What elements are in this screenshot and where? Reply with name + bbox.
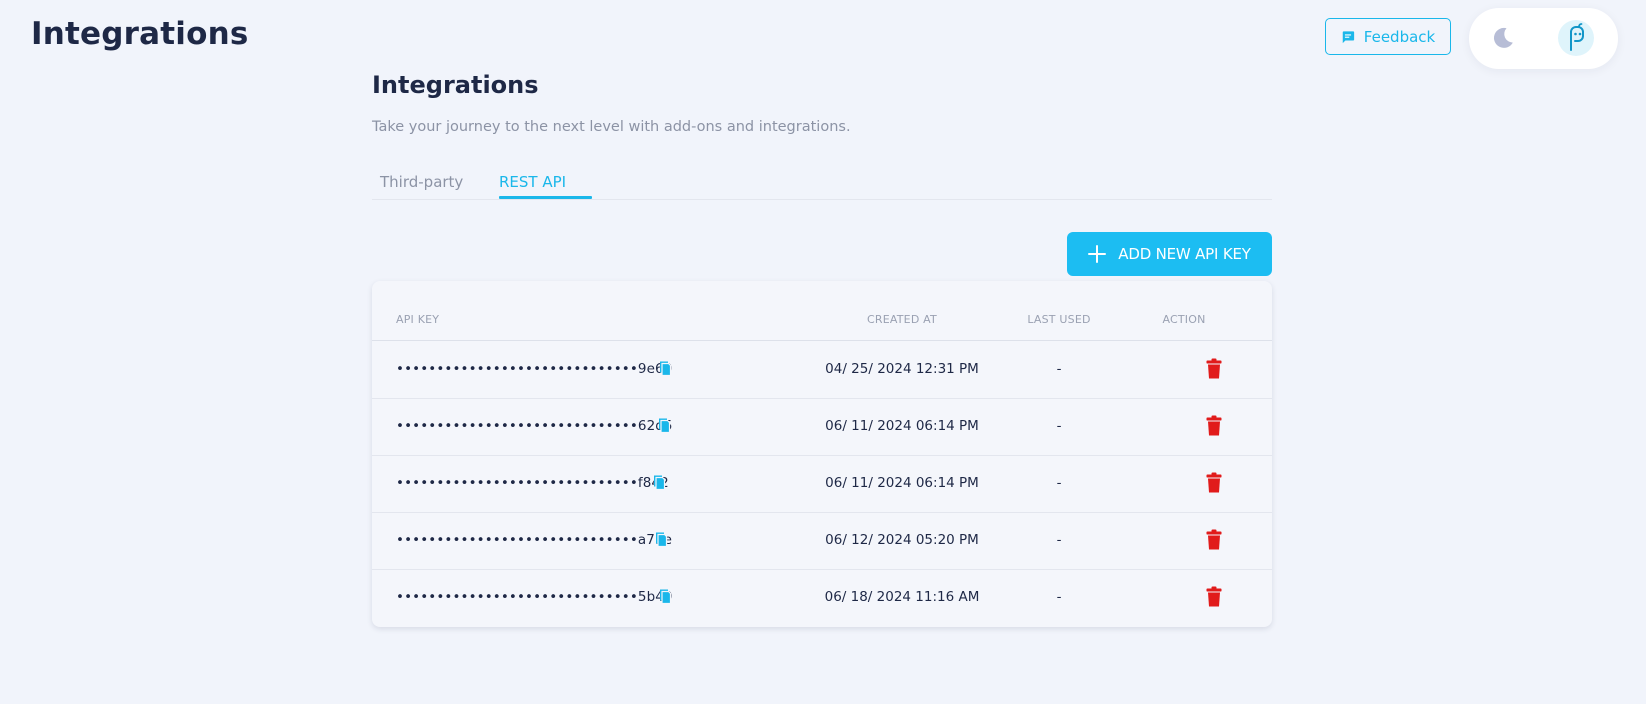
api-key-value: ••••••••••••••••••••••••••••••a73e (396, 532, 673, 548)
copy-icon[interactable] (657, 359, 673, 377)
api-key-value: ••••••••••••••••••••••••••••••f842 (396, 475, 669, 491)
last-used-value: - (1056, 475, 1062, 491)
tab-third-party[interactable]: Third-party (380, 173, 463, 200)
table-row: ••••••••••••••••••••••••••••••9e60 04/ 2… (372, 341, 1272, 399)
delete-icon[interactable] (1206, 586, 1222, 607)
add-button-label: ADD NEW API KEY (1118, 245, 1251, 263)
delete-icon[interactable] (1206, 415, 1222, 436)
created-at-value: 06/ 11/ 2024 06:14 PM (825, 475, 979, 491)
avatar[interactable] (1558, 20, 1594, 56)
header-created-at: CREATED AT (867, 313, 937, 326)
api-key-value: ••••••••••••••••••••••••••••••62d5 (396, 418, 673, 434)
api-keys-table: API KEY CREATED AT LAST USED ACTION ••••… (372, 281, 1272, 627)
add-new-api-key-button[interactable]: ADD NEW API KEY (1067, 232, 1272, 276)
copy-icon[interactable] (657, 587, 673, 605)
feedback-button[interactable]: Feedback (1325, 18, 1451, 55)
copy-icon[interactable] (656, 416, 672, 434)
plus-icon (1088, 245, 1107, 263)
active-tab-indicator (499, 196, 592, 199)
last-used-value: - (1056, 532, 1062, 548)
section-title: Integrations (372, 71, 539, 99)
api-key-value: ••••••••••••••••••••••••••••••9e60 (396, 361, 673, 377)
copy-icon[interactable] (651, 473, 667, 491)
avatar-icon (1570, 23, 1584, 51)
created-at-value: 06/ 18/ 2024 11:16 AM (824, 589, 980, 605)
delete-icon[interactable] (1206, 358, 1222, 379)
header-last-used: LAST USED (1027, 313, 1091, 326)
header-api-key: API KEY (396, 313, 440, 326)
feedback-icon (1342, 30, 1354, 43)
header-action: ACTION (1162, 313, 1206, 326)
table-row: ••••••••••••••••••••••••••••••f842 06/ 1… (372, 455, 1272, 513)
last-used-value: - (1056, 589, 1062, 605)
created-at-value: 06/ 12/ 2024 05:20 PM (825, 532, 979, 548)
moon-icon[interactable] (1490, 25, 1516, 51)
created-at-value: 04/ 25/ 2024 12:31 PM (825, 361, 979, 377)
table-row: ••••••••••••••••••••••••••••••a73e 06/ 1… (372, 512, 1272, 570)
table-row: ••••••••••••••••••••••••••••••5b49 06/ 1… (372, 569, 1272, 626)
last-used-value: - (1056, 361, 1062, 377)
feedback-label: Feedback (1363, 27, 1436, 46)
last-used-value: - (1056, 418, 1062, 434)
table-row: ••••••••••••••••••••••••••••••62d5 06/ 1… (372, 398, 1272, 456)
tab-bar: Third-party REST API (372, 167, 1272, 200)
delete-icon[interactable] (1206, 529, 1222, 550)
api-key-value: ••••••••••••••••••••••••••••••5b49 (396, 589, 673, 605)
table-header: API KEY CREATED AT LAST USED ACTION (372, 281, 1272, 341)
section-subtitle: Take your journey to the next level with… (372, 119, 851, 135)
delete-icon[interactable] (1206, 472, 1222, 493)
copy-icon[interactable] (653, 530, 669, 548)
created-at-value: 06/ 11/ 2024 06:14 PM (825, 418, 979, 434)
page-title: Integrations (31, 16, 249, 52)
